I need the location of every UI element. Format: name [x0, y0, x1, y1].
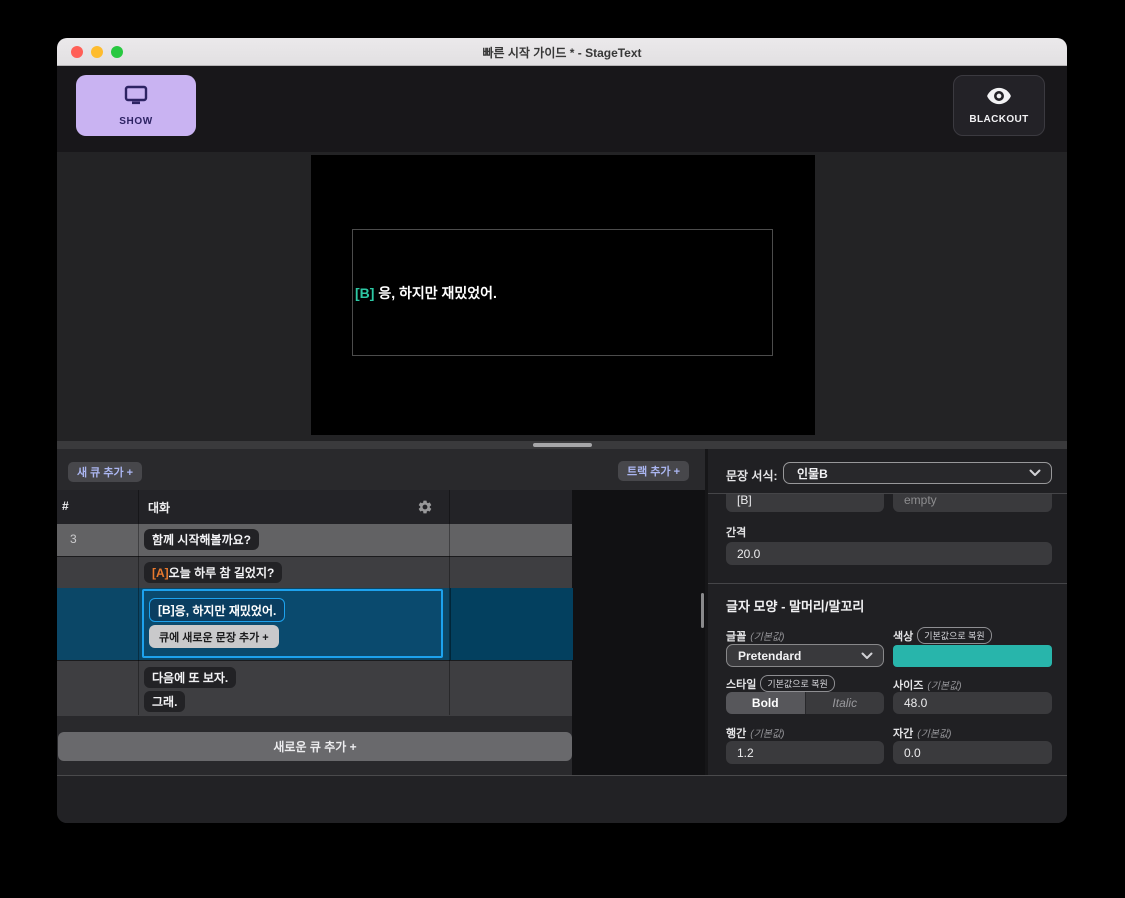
selected-cue-box[interactable]: [B]응, 하지만 재밌었어. 큐에 새로운 문장 추가 +: [142, 589, 443, 658]
sentence-text: 다음에 또 보자.: [152, 669, 228, 686]
subtitle-text: [B] 응, 하지만 재밌었어.: [353, 283, 497, 303]
chevron-down-icon: [861, 652, 873, 660]
font-label-text: 글꼴: [726, 631, 746, 643]
default-hint: (기본값): [927, 681, 961, 692]
speaker-tag-b: [B]: [158, 603, 175, 617]
chevron-down-icon: [1029, 469, 1041, 477]
style-segmented-control: Bold Italic: [726, 692, 884, 714]
default-hint: (기본값): [917, 729, 951, 740]
subtitle-frame: [B] 응, 하지만 재밌었어.: [352, 229, 773, 356]
letter-spacing-label-text: 자간: [893, 728, 913, 740]
toolbar: SHOW BLACKOUT: [57, 66, 1067, 152]
size-label: 사이즈 (기본값): [893, 677, 962, 693]
empty-track-area: [572, 490, 705, 775]
monitor-icon: [123, 85, 149, 112]
font-value: Pretendard: [727, 649, 861, 663]
font-label: 글꼴 (기본값): [726, 628, 785, 644]
show-button[interactable]: SHOW: [76, 75, 196, 136]
default-hint: (기본값): [750, 729, 784, 740]
blackout-button-label: BLACKOUT: [969, 114, 1028, 125]
cue-row-active[interactable]: 3 함께 시작해볼까요?: [57, 524, 572, 557]
sentence-chip[interactable]: [A]오늘 하루 참 길었지?: [144, 562, 282, 583]
scrollbar-thumb[interactable]: [701, 593, 704, 628]
spacing-input[interactable]: [726, 542, 1052, 565]
sentence-text: 응, 하지만 재밌었어.: [175, 602, 277, 619]
restore-default-badge[interactable]: 기본값으로 복원: [760, 675, 834, 692]
blackout-button[interactable]: BLACKOUT: [953, 75, 1045, 136]
font-select[interactable]: Pretendard: [726, 644, 884, 667]
show-button-label: SHOW: [119, 116, 153, 127]
style-label: 스타일 기본값으로 복원: [726, 676, 835, 693]
italic-toggle[interactable]: Italic: [805, 692, 885, 714]
header-dialogue: 대화: [148, 499, 170, 516]
add-cue-button[interactable]: 새 큐 추가 +: [68, 462, 142, 482]
selected-row-track-cell: [450, 588, 573, 660]
section-title: 글자 모양 - 말머리/말꼬리: [726, 596, 864, 615]
sentence-text: 오늘 하루 참 길었지?: [169, 564, 275, 581]
format-panel: 문장 서식: 인물B 간격 글자 모양 - 말머리/말꼬리 글꼴 (기본값) 색상…: [708, 449, 1067, 775]
line-height-label: 행간 (기본값): [726, 725, 785, 741]
gear-icon[interactable]: [417, 499, 433, 515]
tail-field[interactable]: [893, 494, 1052, 512]
preview-section: [B] 응, 하지만 재밌었어.: [57, 152, 1067, 441]
line-height-label-text: 행간: [726, 728, 746, 740]
bold-toggle[interactable]: Bold: [726, 692, 805, 714]
sentence-format-value: 인물B: [784, 465, 1029, 482]
color-label-text: 색상: [893, 631, 913, 643]
column-divider: [449, 490, 450, 715]
letter-spacing-input[interactable]: [893, 741, 1052, 764]
sentence-chip[interactable]: 그래.: [144, 691, 185, 712]
cue-number: 3: [70, 532, 77, 546]
line-height-input[interactable]: [726, 741, 884, 764]
titlebar[interactable]: 빠른 시작 가이드 * - StageText: [57, 38, 1067, 66]
cue-table-header: # 대화: [57, 490, 572, 524]
clipped-fields: [708, 494, 1067, 512]
splitter-handle-icon[interactable]: [533, 443, 592, 447]
letter-spacing-label: 자간 (기본값): [893, 725, 952, 741]
subtitle-body: 응, 하지만 재밌었어.: [378, 285, 497, 301]
window-title: 빠른 시작 가이드 * - StageText: [57, 44, 1067, 61]
selected-sentence-chip[interactable]: [B]응, 하지만 재밌었어.: [149, 598, 285, 622]
head-field[interactable]: [726, 494, 884, 512]
sentence-text: 그래.: [152, 693, 177, 710]
cue-row[interactable]: 다음에 또 보자. 그래.: [57, 660, 572, 716]
color-label: 색상 기본값으로 복원: [893, 628, 992, 645]
column-divider: [138, 490, 139, 715]
add-sentence-button[interactable]: 큐에 새로운 문장 추가 +: [149, 625, 279, 648]
style-label-text: 스타일: [726, 679, 756, 691]
sentence-format-label: 문장 서식:: [726, 467, 778, 484]
cue-row-selected[interactable]: [B]응, 하지만 재밌었어. 큐에 새로운 문장 추가 +: [57, 588, 572, 660]
cue-table: # 대화 3 함께 시작해볼까요? [A]오늘 하루 참 길었지? [B]응, …: [57, 490, 572, 726]
app-window: 빠른 시작 가이드 * - StageText SHOW BLACKOUT: [57, 38, 1067, 823]
panel-splitter[interactable]: [57, 441, 1067, 449]
divider: [708, 583, 1067, 584]
restore-default-badge[interactable]: 기본값으로 복원: [917, 627, 991, 644]
bottom-strip: [57, 775, 1067, 823]
sentence-format-select[interactable]: 인물B: [783, 462, 1052, 484]
sentence-chip[interactable]: 함께 시작해볼까요?: [144, 529, 259, 550]
sentence-chip[interactable]: 다음에 또 보자.: [144, 667, 236, 688]
header-number: #: [62, 499, 69, 513]
color-swatch[interactable]: [893, 645, 1052, 667]
size-input[interactable]: [893, 692, 1052, 714]
new-cue-button[interactable]: 새로운 큐 추가 +: [58, 732, 572, 761]
eye-icon: [986, 86, 1012, 111]
cue-row[interactable]: [A]오늘 하루 참 길었지?: [57, 557, 572, 588]
cue-list-panel: 새 큐 추가 + 트랙 추가 + # 대화 3 함께 시작해볼까요? [A]오늘…: [57, 449, 705, 775]
speaker-tag: [B]: [355, 285, 378, 301]
size-label-text: 사이즈: [893, 680, 923, 692]
spacing-label: 간격: [726, 524, 746, 540]
stage-preview: [B] 응, 하지만 재밌었어.: [311, 155, 815, 435]
sentence-text: 함께 시작해볼까요?: [152, 531, 251, 548]
speaker-tag-a: [A]: [152, 566, 169, 580]
default-hint: (기본값): [750, 632, 784, 643]
add-track-button[interactable]: 트랙 추가 +: [618, 461, 689, 481]
